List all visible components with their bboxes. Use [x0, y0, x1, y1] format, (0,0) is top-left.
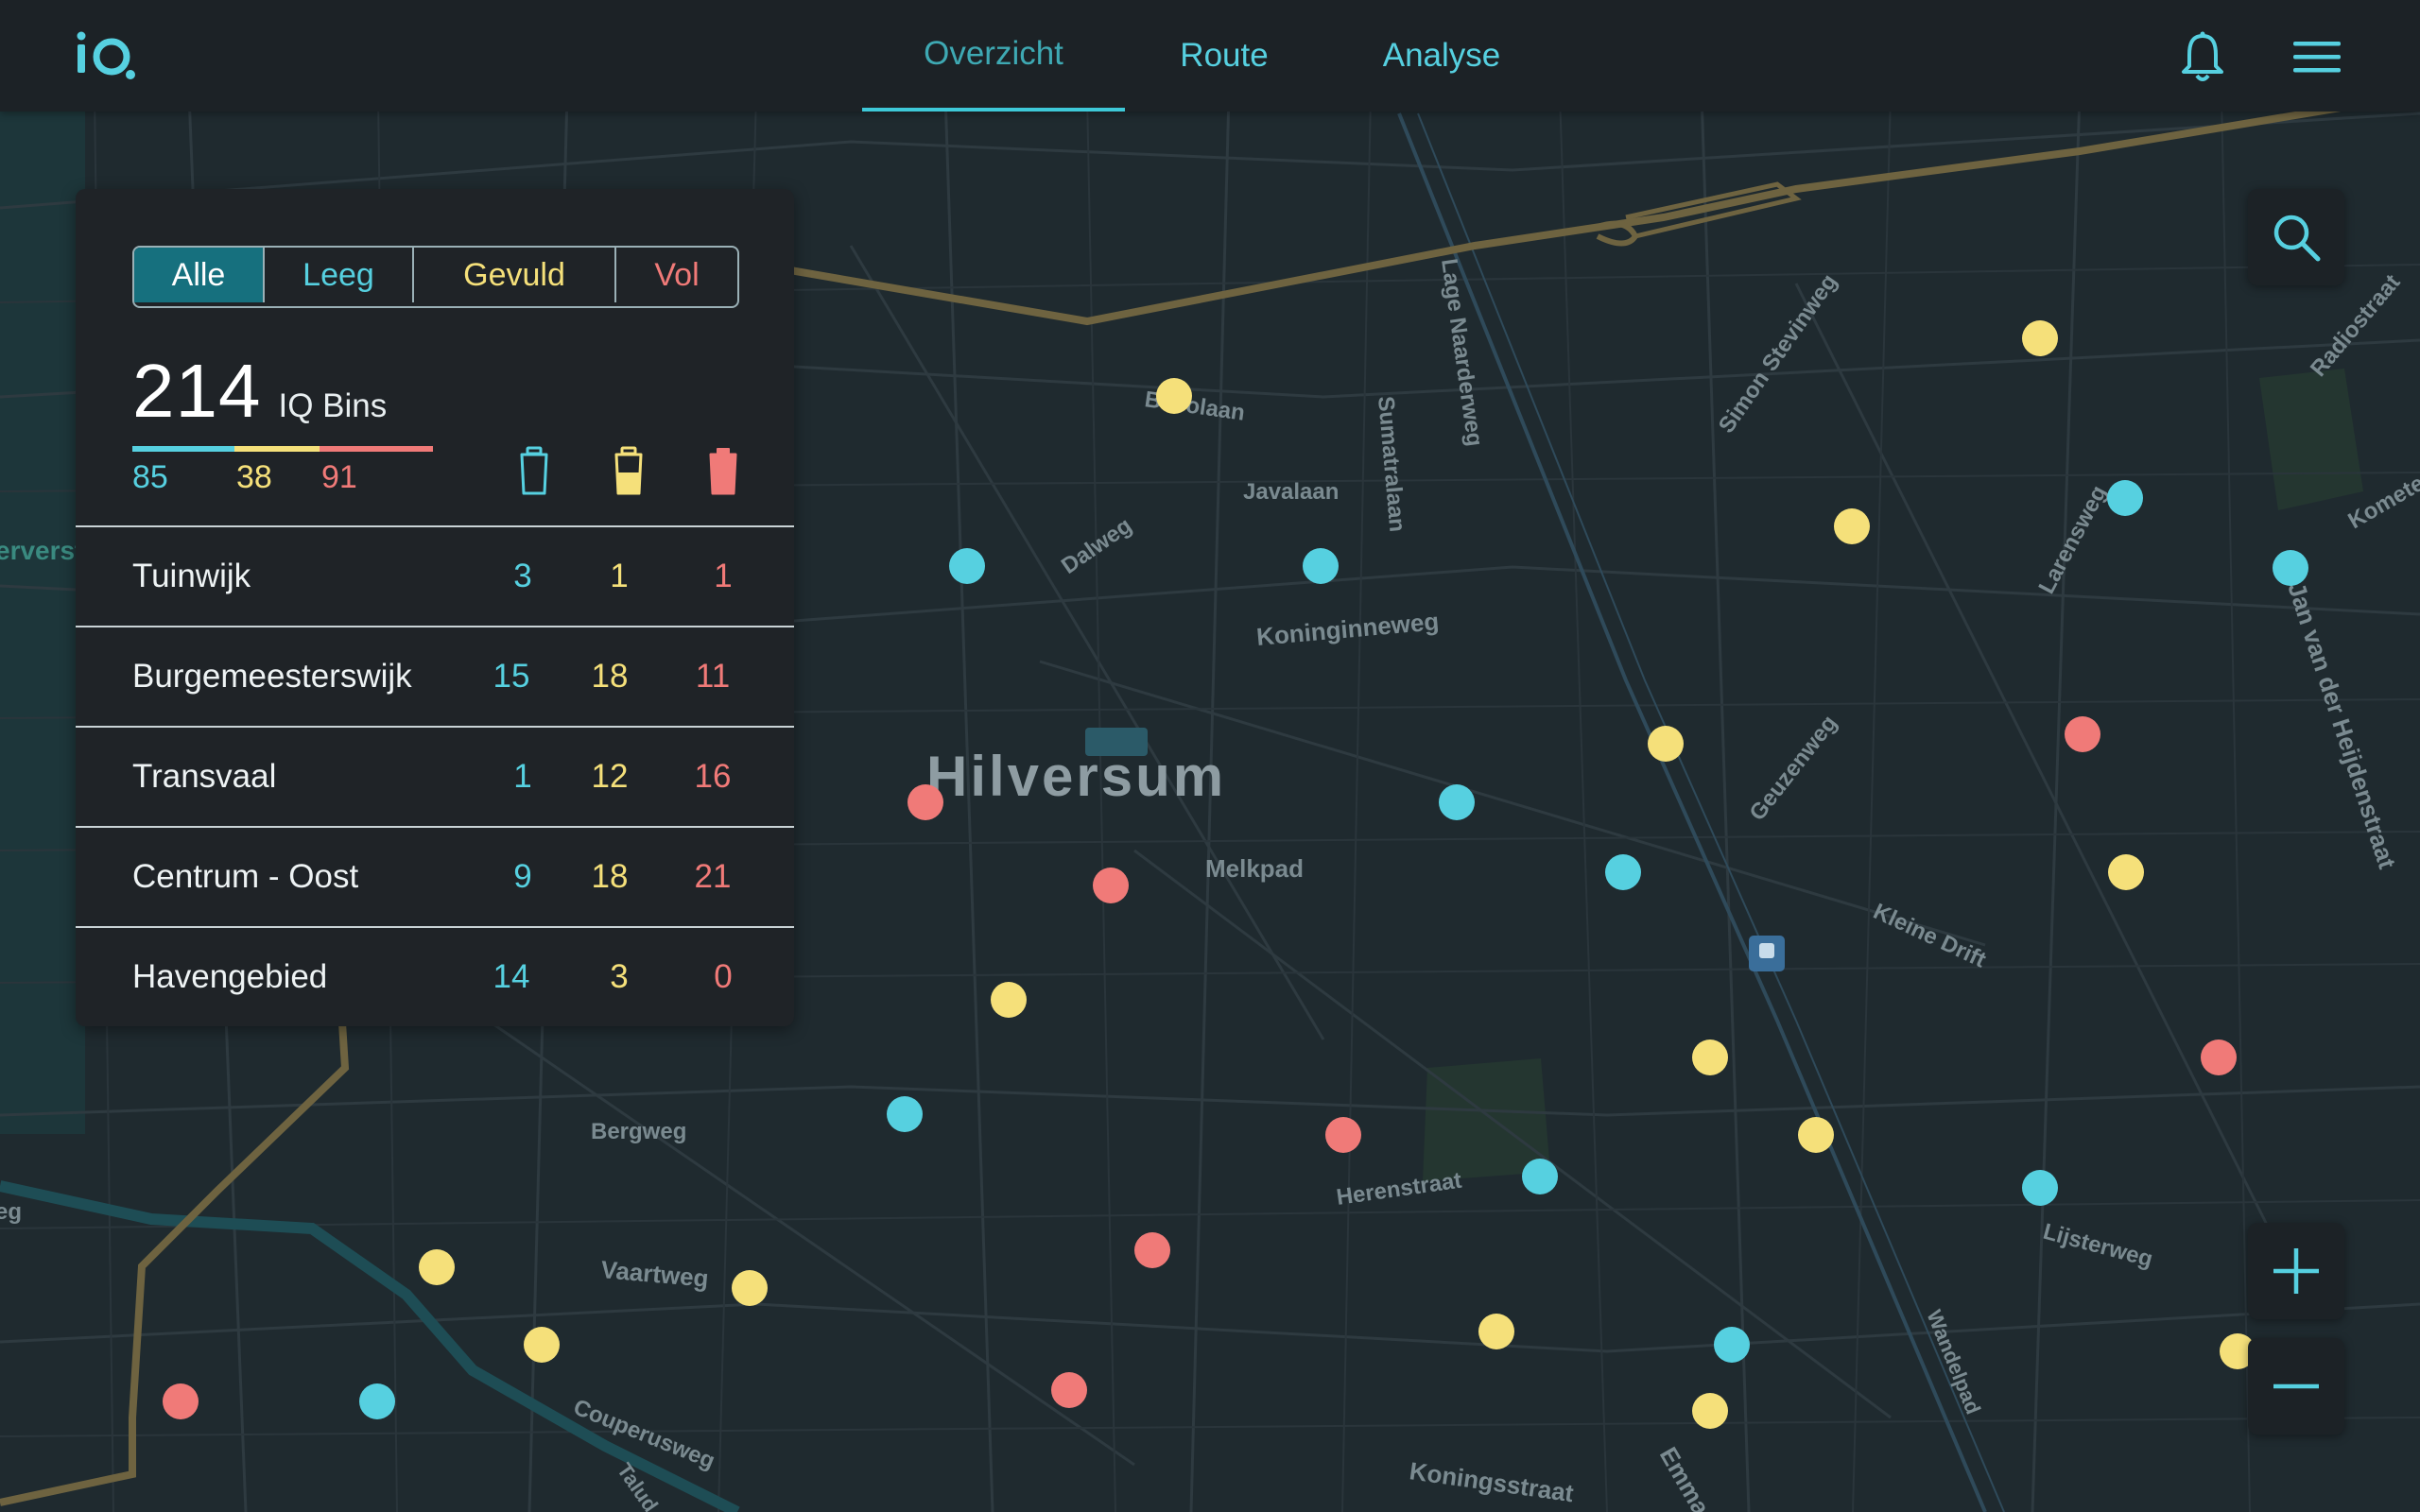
bin-marker-full[interactable]: [2065, 716, 2100, 752]
bin-marker-empty[interactable]: [2022, 1170, 2058, 1206]
district-empty-count: 1: [513, 758, 532, 795]
district-name: Havengebied: [132, 958, 328, 995]
map-street-label: eg: [0, 1199, 22, 1225]
bin-marker-filled[interactable]: [524, 1327, 560, 1363]
bell-icon[interactable]: [2174, 28, 2231, 85]
district-name: Transvaal: [132, 758, 277, 795]
bin-marker-empty[interactable]: [887, 1096, 923, 1132]
district-full-count: 1: [714, 558, 733, 594]
map-city-label: Hilversum: [926, 745, 1226, 808]
bin-marker-full[interactable]: [1325, 1117, 1361, 1153]
filled-total: 38: [236, 459, 272, 495]
filter-leeg[interactable]: Leeg: [263, 248, 412, 302]
total-bins: 214 IQ Bins: [132, 348, 387, 435]
bin-marker-filled[interactable]: [2108, 854, 2144, 890]
zoom-out-button[interactable]: [2248, 1338, 2344, 1435]
bin-marker-full[interactable]: [163, 1383, 199, 1419]
bin-marker-filled[interactable]: [1648, 726, 1684, 762]
filled-bin-icon: [614, 446, 643, 495]
empty-ratio-bar: [132, 446, 234, 452]
top-navigation-bar: Overzicht Route Analyse: [0, 0, 2420, 112]
tab-analyse[interactable]: Analyse: [1361, 0, 1522, 112]
bin-marker-filled[interactable]: [419, 1249, 455, 1285]
map-street-label: Melkpad: [1205, 854, 1304, 883]
bin-marker-full[interactable]: [1051, 1372, 1087, 1408]
bin-marker-filled[interactable]: [2022, 320, 2058, 356]
district-empty-count: 14: [493, 958, 530, 995]
district-name: Centrum - Oost: [132, 858, 359, 895]
district-filled-count: 3: [610, 958, 629, 995]
district-row[interactable]: Burgemeesterswijk 15 18 11: [76, 626, 794, 726]
bin-marker-full[interactable]: [1134, 1232, 1170, 1268]
bin-marker-empty[interactable]: [1522, 1159, 1558, 1194]
hamburger-menu-icon[interactable]: [2288, 28, 2344, 85]
district-row[interactable]: Centrum - Oost 9 18 21: [76, 826, 794, 926]
bin-marker-filled[interactable]: [1798, 1117, 1834, 1153]
filter-gevuld[interactable]: Gevuld: [412, 248, 614, 302]
district-row[interactable]: Havengebied 14 3 0: [76, 926, 794, 1026]
bin-marker-filled[interactable]: [1692, 1040, 1728, 1075]
full-bin-icon: [709, 448, 737, 495]
full-ratio-bar: [320, 446, 433, 452]
bin-marker-filled[interactable]: [1834, 508, 1870, 544]
filter-vol[interactable]: Vol: [614, 248, 737, 302]
bin-marker-filled[interactable]: [1478, 1314, 1514, 1349]
map-street-label: Javalaan: [1243, 479, 1339, 505]
district-filled-count: 12: [591, 758, 629, 795]
district-filled-count: 1: [610, 558, 629, 594]
district-row[interactable]: Tuinwijk 3 1 1: [76, 525, 794, 626]
bin-marker-full[interactable]: [908, 784, 943, 820]
district-full-count: 11: [695, 658, 731, 695]
iq-logo[interactable]: [74, 26, 140, 83]
bin-marker-empty[interactable]: [1605, 854, 1641, 890]
bin-marker-filled[interactable]: [732, 1270, 768, 1306]
map-street-label: Bergweg: [591, 1119, 686, 1144]
map-street-label: erverst: [0, 536, 83, 565]
bin-marker-empty[interactable]: [1439, 784, 1475, 820]
bin-marker-full[interactable]: [1093, 868, 1129, 903]
bin-marker-full[interactable]: [2201, 1040, 2237, 1075]
district-name: Tuinwijk: [132, 558, 251, 594]
status-filter: Alle Leeg Gevuld Vol: [132, 246, 739, 308]
bin-marker-empty[interactable]: [1714, 1327, 1750, 1363]
district-name: Burgemeesterswijk: [132, 658, 412, 695]
bin-marker-empty[interactable]: [2107, 480, 2143, 516]
zoom-out-icon: [2273, 1383, 2319, 1389]
bin-marker-empty[interactable]: [1303, 548, 1339, 584]
filled-ratio-bar: [234, 446, 320, 452]
bin-marker-filled[interactable]: [991, 982, 1027, 1018]
district-empty-count: 3: [513, 558, 532, 594]
district-full-count: 16: [694, 758, 732, 795]
district-full-count: 0: [714, 958, 733, 995]
district-full-count: 21: [694, 858, 732, 895]
zoom-in-button[interactable]: [2248, 1223, 2344, 1319]
bin-marker-empty[interactable]: [2273, 550, 2308, 586]
full-total: 91: [321, 459, 357, 495]
empty-total: 85: [132, 459, 168, 495]
map-search-button[interactable]: [2248, 189, 2344, 285]
zoom-in-icon: [2273, 1248, 2319, 1294]
total-bins-count: 214: [132, 349, 262, 433]
search-icon: [2273, 215, 2321, 262]
district-filled-count: 18: [591, 658, 629, 695]
bin-marker-empty[interactable]: [359, 1383, 395, 1419]
district-empty-count: 9: [513, 858, 532, 895]
bins-overview-panel: Alle Leeg Gevuld Vol 214 IQ Bins 85 38 9…: [76, 189, 794, 1026]
bin-marker-filled[interactable]: [1156, 378, 1192, 414]
tab-overzicht[interactable]: Overzicht: [862, 0, 1125, 112]
bin-marker-filled[interactable]: [1692, 1393, 1728, 1429]
district-filled-count: 18: [591, 858, 629, 895]
total-bins-label: IQ Bins: [278, 387, 388, 424]
district-empty-count: 15: [493, 658, 530, 695]
tab-route[interactable]: Route: [1153, 0, 1295, 112]
empty-bin-icon: [520, 446, 548, 495]
filter-alle[interactable]: Alle: [134, 248, 263, 302]
bin-marker-empty[interactable]: [949, 548, 985, 584]
district-row[interactable]: Transvaal 1 12 16: [76, 726, 794, 826]
